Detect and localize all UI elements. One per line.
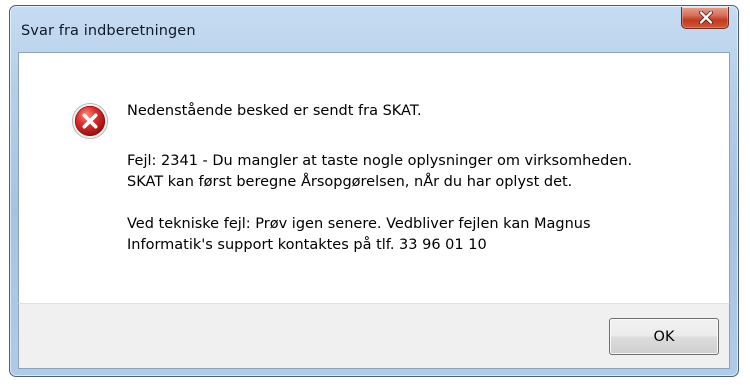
close-button[interactable] [681, 7, 729, 29]
close-icon [699, 11, 713, 24]
button-bar: OK [18, 303, 730, 369]
ok-button[interactable]: OK [609, 318, 719, 355]
dialog-title: Svar fra indberetningen [21, 23, 196, 39]
dialog-window: Svar fra indberetningen Nedenstående bes… [9, 5, 739, 377]
message-area: Nedenstående besked er sendt fra SKAT. F… [18, 52, 730, 303]
message-line-5: Informatik's support kontaktes på tlf. 3… [127, 237, 487, 253]
message-line-3: SKAT kan først beregne Årsopgørelsen, nÅ… [127, 174, 573, 190]
error-icon [71, 102, 109, 140]
message-line-1: Nedenstående besked er sendt fra SKAT. [127, 103, 422, 119]
message-line-4: Ved tekniske fejl: Prøv igen senere. Ved… [127, 216, 591, 232]
message-line-2: Fejl: 2341 - Du mangler at taste nogle o… [127, 153, 633, 169]
